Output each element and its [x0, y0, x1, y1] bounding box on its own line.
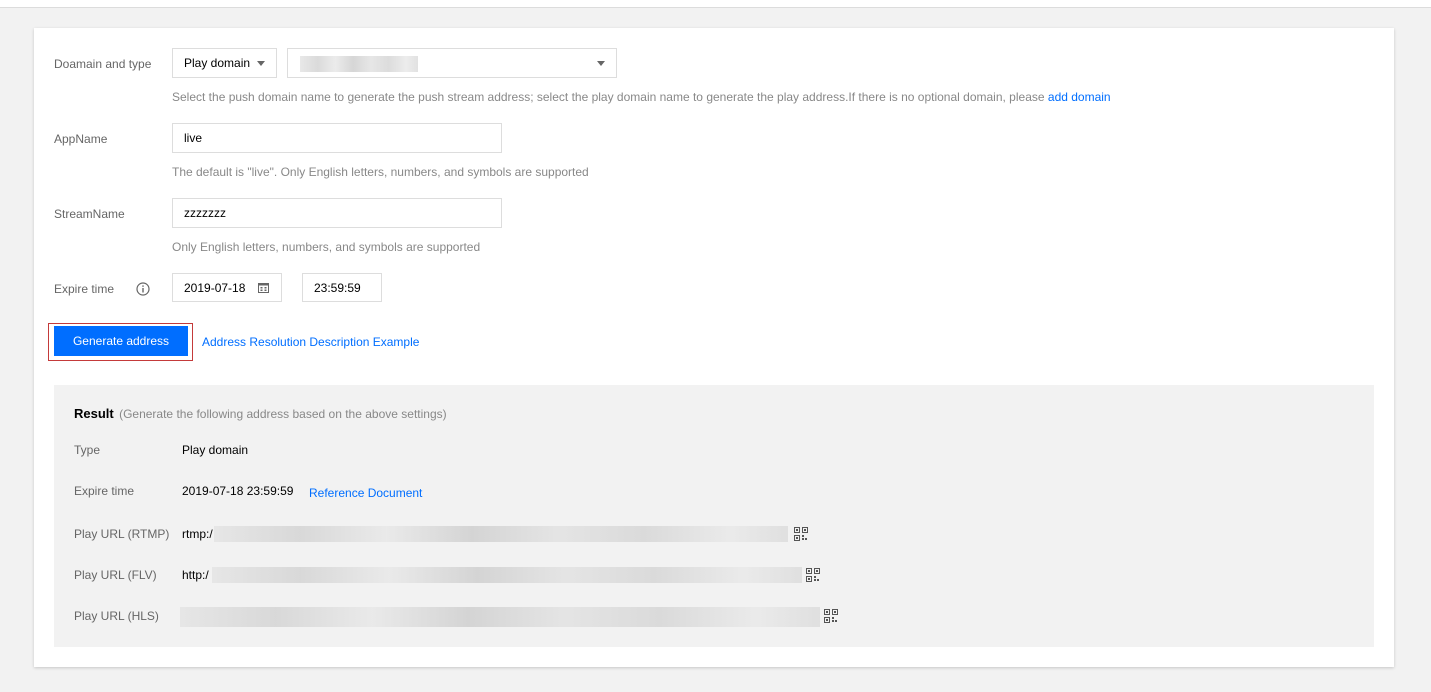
result-expire-value: 2019-07-18 23:59:59 — [182, 484, 294, 498]
address-generator-card: Doamain and type Play domain Select the … — [34, 28, 1394, 667]
streamname-hint: Only English letters, numbers, and symbo… — [172, 240, 481, 254]
appname-label: AppName — [54, 132, 108, 146]
rtmp-label: Play URL (RTMP) — [74, 527, 170, 541]
flv-label: Play URL (FLV) — [74, 568, 157, 582]
result-title: Result — [74, 406, 114, 421]
appname-value: live — [184, 131, 203, 145]
caret-down-icon — [257, 61, 265, 66]
add-domain-link[interactable]: add domain — [1048, 90, 1111, 104]
redacted-domain — [300, 56, 418, 72]
result-header: Result (Generate the following address b… — [74, 406, 447, 421]
top-bar — [0, 0, 1431, 8]
expire-time-value: 23:59:59 — [314, 280, 361, 295]
streamname-input[interactable]: zzzzzzz — [172, 198, 502, 228]
streamname-label: StreamName — [54, 207, 125, 221]
domain-label: Doamain and type — [54, 57, 152, 71]
expire-time-picker[interactable]: 23:59:59 — [302, 273, 382, 302]
calendar-icon — [258, 282, 269, 296]
qr-code-icon[interactable] — [794, 527, 808, 541]
domain-type-select[interactable]: Play domain — [172, 48, 277, 78]
qr-code-icon[interactable] — [824, 609, 838, 623]
domain-hint: Select the push domain name to generate … — [172, 90, 1111, 104]
qr-code-icon[interactable] — [806, 568, 820, 582]
info-icon[interactable] — [136, 282, 150, 296]
domain-name-select[interactable] — [287, 48, 617, 78]
generate-address-button[interactable]: Generate address — [54, 326, 188, 356]
rtmp-prefix: rtmp:/ — [182, 527, 213, 541]
example-link[interactable]: Address Resolution Description Example — [202, 335, 419, 349]
appname-hint: The default is "live". Only English lett… — [172, 165, 589, 179]
domain-hint-text: Select the push domain name to generate … — [172, 90, 1045, 104]
flv-prefix: http:/ — [182, 568, 209, 582]
result-type-label: Type — [74, 443, 101, 457]
streamname-value: zzzzzzz — [184, 206, 226, 220]
result-type-value: Play domain — [182, 443, 249, 457]
redacted-rtmp-url — [214, 526, 788, 542]
hls-label: Play URL (HLS) — [74, 609, 159, 623]
domain-type-value: Play domain — [184, 56, 251, 70]
result-subtitle: (Generate the following address based on… — [119, 407, 447, 421]
caret-down-icon — [597, 61, 605, 66]
redacted-flv-url — [212, 567, 802, 583]
result-expire-label: Expire time — [74, 484, 135, 498]
appname-input[interactable]: live — [172, 123, 502, 153]
reference-document-link[interactable]: Reference Document — [309, 486, 422, 500]
expire-date-picker[interactable]: 2019-07-18 — [172, 273, 282, 302]
expire-date-value: 2019-07-18 — [184, 280, 246, 295]
result-panel: Result (Generate the following address b… — [54, 385, 1374, 647]
redacted-hls-url — [180, 607, 820, 627]
expire-label: Expire time — [54, 282, 115, 296]
